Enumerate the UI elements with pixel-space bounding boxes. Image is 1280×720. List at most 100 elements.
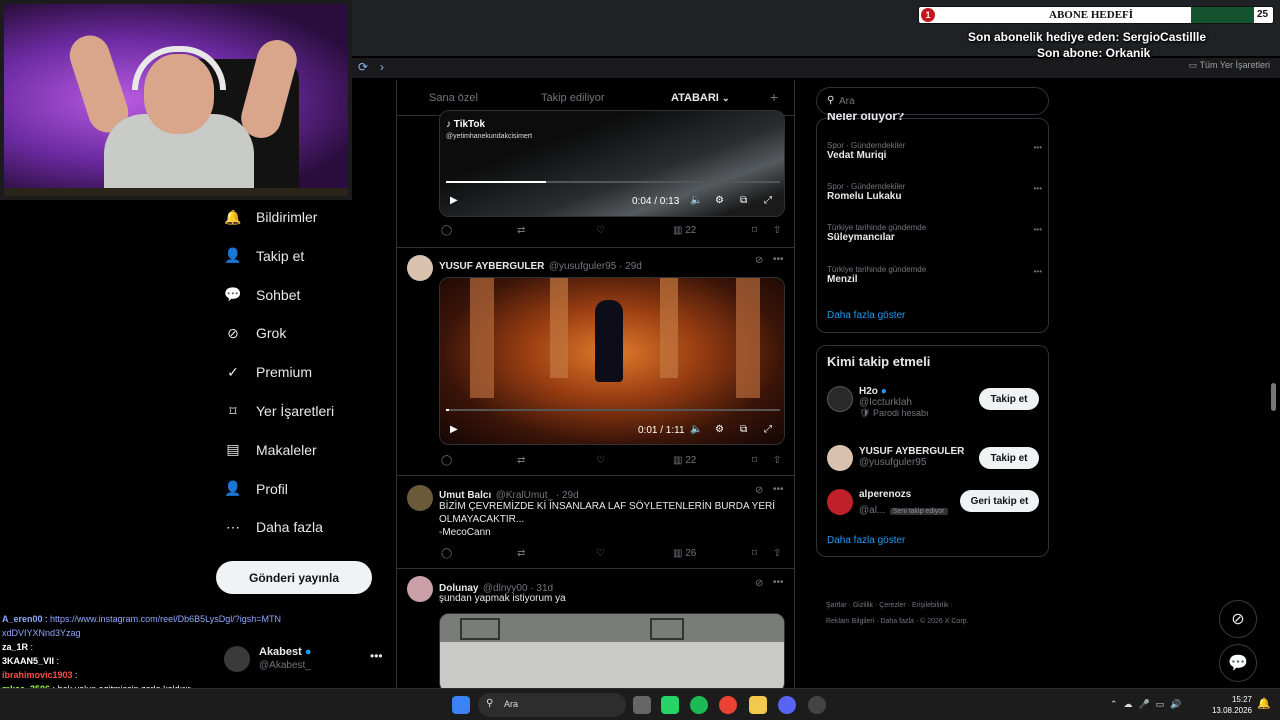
trend-item[interactable]: Türkiye tarihinde gündemde Süleymancılar… [827,223,1042,243]
browser-extension-icon[interactable]: ⟳ [358,60,368,74]
settings-icon[interactable]: ⚙ [715,195,724,206]
author-name[interactable]: YUSUF AYBERGULER [439,261,544,272]
chrome-icon[interactable] [719,696,737,714]
footer-line[interactable]: Reklam Bilgileri · Daha fazla · © 2026 X… [826,614,1046,630]
retweet-icon[interactable]: ⇄ [517,548,525,559]
video-player[interactable]: ♪ TikTok @yetimhanekundakcisimert ▶ 0:04… [439,110,785,217]
grok-icon[interactable]: ⊘ [1219,600,1257,638]
avatar[interactable] [827,445,853,471]
file-explorer-icon[interactable] [749,696,767,714]
video-player[interactable]: ▶ 0:01 / 1:11 🔈 ⚙ ⧉ ⤢ [439,277,785,445]
video-progress-track[interactable] [446,181,780,183]
grok-icon[interactable]: ⊘ [755,578,763,589]
spotify-icon[interactable] [690,696,708,714]
search-input[interactable]: ⚲ Ara [816,87,1049,115]
follow-back-button[interactable]: Geri takip et [960,490,1039,512]
volume-icon[interactable]: 🔈 [690,195,702,206]
trend-item[interactable]: Spor · Gündemdekiler Vedat Muriqi ••• [827,141,1042,161]
nav-item-daha-fazla[interactable]: ⋯ Daha fazla [224,512,323,542]
discord-icon[interactable] [778,696,796,714]
avatar[interactable] [407,255,433,281]
more-icon[interactable]: ••• [1034,143,1042,152]
nav-item-profil[interactable]: 👤 Profil [224,474,288,504]
share-icon[interactable]: ⇧ [773,225,781,236]
show-more-link[interactable]: Daha fazla göster [827,535,905,546]
nav-item-grok[interactable]: ⊘ Grok [224,318,286,348]
popout-icon[interactable]: ⧉ [740,195,747,206]
tab-atabari[interactable]: ATABARI ⌄ [671,92,729,104]
nav-item-makaleler[interactable]: ▤ Makaleler [224,435,316,465]
start-icon[interactable] [452,696,470,714]
nav-item-yer-i-şaretleri[interactable]: ⌑ Yer İşaretleri [224,396,334,426]
avatar[interactable] [827,489,853,515]
settings-icon[interactable]: ⚙ [715,424,724,435]
nav-item-bildirimler[interactable]: 🔔 Bildirimler [224,202,317,232]
app-icon[interactable] [808,696,826,714]
video-progress-track[interactable] [446,409,780,411]
nav-item-takip-et[interactable]: 👤 Takip et [224,241,304,271]
follow-button[interactable]: Takip et [979,447,1039,469]
author-handle[interactable]: @yusufguler95 · 29d [549,261,642,272]
bookmark-icon[interactable]: ⌑ [752,548,757,559]
nav-item-sohbet[interactable]: 💬 Sohbet [224,280,300,310]
bookmark-icon[interactable]: ⌑ [752,225,757,236]
grok-icon[interactable]: ⊘ [755,485,763,496]
chevron-right-icon[interactable]: › [380,60,384,74]
share-icon[interactable]: ⇧ [773,455,781,466]
more-icon[interactable]: ••• [1034,267,1042,276]
suggestion-info[interactable]: YUSUF AYBERGULER @yusufguler95 [859,446,964,468]
avatar[interactable] [407,576,433,602]
system-tray-icons[interactable]: ⌃☁🎤▭🔊 [1110,699,1187,710]
suggestion-info[interactable]: H2o ● @Iccturklah 🛡 Parodi hesabı [859,386,928,419]
more-icon[interactable]: ••• [370,649,383,663]
popout-icon[interactable]: ⧉ [740,424,747,435]
grok-icon[interactable]: ⊘ [755,255,763,266]
post-button[interactable]: Gönderi yayınla [216,561,372,594]
play-icon[interactable]: ▶ [450,195,458,206]
trend-item[interactable]: Spor · Gündemdekiler Romelu Lukaku ••• [827,182,1042,202]
more-icon[interactable]: ••• [773,484,784,495]
more-icon[interactable]: ••• [1034,184,1042,193]
reply-icon[interactable]: ◯ [441,225,452,236]
nav-item-premium[interactable]: ✓ Premium [224,357,312,387]
tab-for-you[interactable]: Sana özel [429,92,478,104]
show-more-link[interactable]: Daha fazla göster [827,310,905,321]
like-icon[interactable]: ♡ [596,455,605,466]
message-icon[interactable]: 💬 [1219,644,1257,682]
notification-icon[interactable]: 🔔 [1257,697,1271,710]
retweet-icon[interactable]: ⇄ [517,455,525,466]
all-bookmarks-link[interactable]: ▭ Tüm Yer İşaretleri [1189,60,1270,71]
volume-icon[interactable]: 🔈 [690,424,702,435]
more-icon[interactable]: ••• [773,577,784,588]
views-count[interactable]: ▥ 22 [673,455,696,466]
avatar[interactable] [407,485,433,511]
bookmark-icon[interactable]: ⌑ [752,455,757,466]
follow-button[interactable]: Takip et [979,388,1039,410]
taskbar-clock[interactable]: 15:27 13.08.2026 [1206,694,1252,716]
views-count[interactable]: ▥ 26 [673,548,696,559]
page-scrollbar[interactable] [1271,383,1276,411]
retweet-icon[interactable]: ⇄ [517,225,525,236]
avatar[interactable] [827,386,853,412]
tab-following[interactable]: Takip ediliyor [541,92,605,104]
reply-icon[interactable]: ◯ [441,455,452,466]
tweet-image[interactable] [439,613,785,688]
like-icon[interactable]: ♡ [596,225,605,236]
like-icon[interactable]: ♡ [596,548,605,559]
suggestion-info[interactable]: alperenozs @al... Seni takip ediyor [859,489,948,518]
share-icon[interactable]: ⇧ [773,548,781,559]
footer-line[interactable]: Şartlar · Gizlilik · Çerezler · Erişileb… [826,598,1046,614]
fullscreen-icon[interactable]: ⤢ [764,424,772,435]
footer-links[interactable]: Şartlar · Gizlilik · Çerezler · Erişileb… [826,598,1046,630]
add-tab-icon[interactable]: + [770,89,778,105]
more-icon[interactable]: ••• [1034,225,1042,234]
more-icon[interactable]: ••• [773,254,784,265]
taskbar-search[interactable]: ⚲ Ara [478,693,626,717]
views-count[interactable]: ▥ 22 [673,225,696,236]
reply-icon[interactable]: ◯ [441,548,452,559]
task-view-icon[interactable] [633,696,651,714]
play-icon[interactable]: ▶ [450,424,458,435]
fullscreen-icon[interactable]: ⤢ [764,195,772,206]
trend-item[interactable]: Türkiye tarihinde gündemde Menzil ••• [827,265,1042,285]
whatsapp-icon[interactable] [661,696,679,714]
